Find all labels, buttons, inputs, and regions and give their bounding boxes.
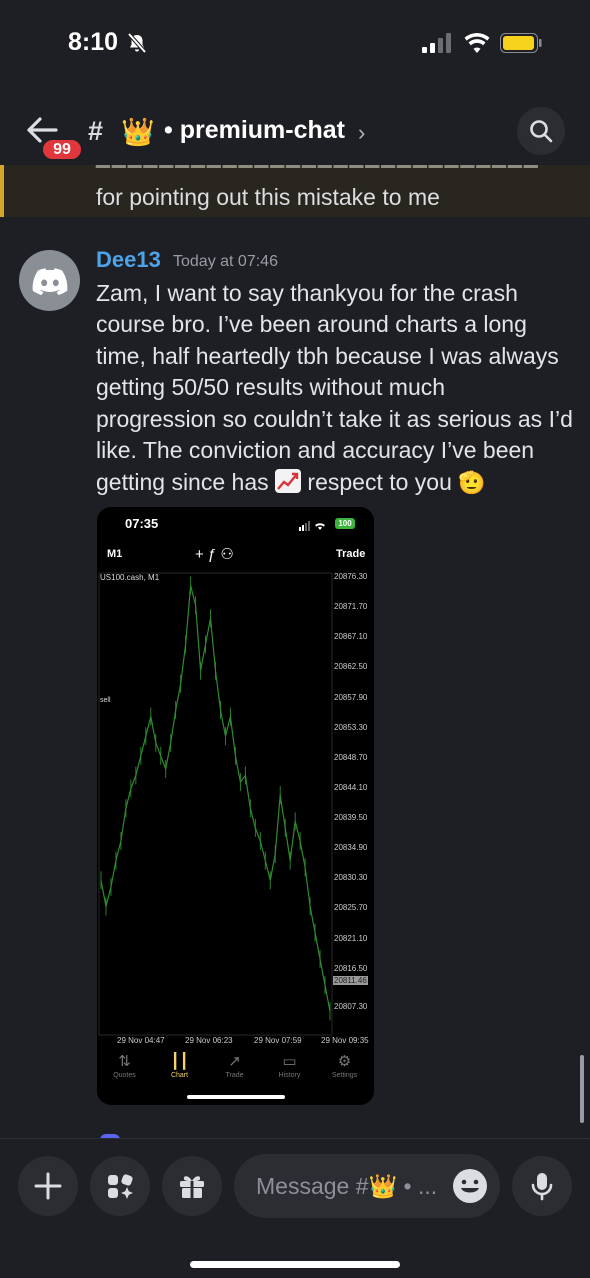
emoji-icon[interactable] xyxy=(450,1166,490,1206)
message-line-end: respect to you xyxy=(307,469,452,495)
wifi-icon xyxy=(464,32,490,53)
channel-title[interactable]: • premium-chat xyxy=(164,116,345,145)
time-tick-label: 29 Nov 06:23 xyxy=(185,1036,233,1045)
nav-trade: ↗ Trade xyxy=(207,1052,262,1079)
plus-icon xyxy=(34,1172,62,1200)
quotes-icon: ⇅ xyxy=(118,1053,131,1070)
message-line: getting 50/50 results without much xyxy=(96,374,446,400)
price-tick-label: 20834.90 xyxy=(334,843,368,853)
low-price-label: 20807.30 xyxy=(334,1002,368,1011)
price-tick-label: 20821.10 xyxy=(334,933,368,943)
history-icon: ▭ xyxy=(282,1053,297,1070)
search-icon xyxy=(530,120,553,143)
image-attachment[interactable]: 07:35 100 M1 + ƒ ⚇ Trade US100.cash, M1 … xyxy=(97,507,374,1105)
nav-settings: ⚙ Settings xyxy=(317,1052,372,1079)
chart-icon: ┃┃ xyxy=(170,1053,189,1070)
price-tick-label: 20862.50 xyxy=(334,662,368,672)
chart-series xyxy=(100,576,331,1021)
home-indicator xyxy=(190,1261,400,1268)
scrollbar[interactable] xyxy=(580,1055,584,1123)
salute-icon: 🫡 xyxy=(458,470,486,495)
apps-icon xyxy=(108,1174,133,1199)
price-tick-label: 20871.70 xyxy=(334,602,368,612)
battery-icon xyxy=(500,33,542,53)
time-tick-label: 29 Nov 09:35 xyxy=(321,1036,369,1045)
settings-icon: ⚙ xyxy=(337,1053,352,1070)
price-tick-label: 20839.50 xyxy=(334,813,368,823)
trade-link: Trade xyxy=(336,548,366,560)
channel-header: 99 # 👑 • premium-chat › xyxy=(0,100,590,164)
nav-chart: ┃┃ Chart xyxy=(152,1052,207,1079)
cellular-signal-icon xyxy=(422,33,451,53)
previous-message-cut-line: ━━━━━━━━━━━━━━━━━━━━━━━━━━━━ xyxy=(96,165,540,179)
timeframe-label: M1 xyxy=(107,548,123,560)
price-tick-label: 20830.30 xyxy=(334,873,368,883)
current-price-tag: 20811.46 xyxy=(333,976,368,985)
microphone-icon xyxy=(531,1173,553,1201)
sell-marker-label: sell xyxy=(100,697,111,704)
avatar[interactable] xyxy=(19,250,80,311)
message-author[interactable]: Dee13 xyxy=(96,247,161,273)
price-tick-label: 20876.30 xyxy=(334,572,368,581)
unread-badge: 99 xyxy=(40,137,84,162)
time-tick-label: 29 Nov 04:47 xyxy=(117,1036,165,1045)
attachment-status-time: 07:35 xyxy=(125,516,159,531)
price-tick-label: 20844.10 xyxy=(334,782,368,792)
crown-icon: 👑 xyxy=(121,117,155,147)
price-tick-label: 20816.50 xyxy=(334,963,368,973)
price-tick-label: 20825.70 xyxy=(334,903,368,913)
search-button[interactable] xyxy=(517,107,565,155)
message-line: Zam, I want to say thankyou for the cras… xyxy=(96,280,518,306)
message-input[interactable]: Message #👑 • ... xyxy=(234,1154,500,1218)
price-series-line xyxy=(100,585,331,1012)
attachment-home-indicator xyxy=(187,1095,285,1099)
status-bar: 8:10 xyxy=(0,0,590,90)
message-line: time, half heartedly tbh because I was a… xyxy=(96,343,559,369)
price-tick-label: 20867.10 xyxy=(334,632,368,642)
discord-logo-icon xyxy=(32,268,68,295)
price-tick-label: 20853.30 xyxy=(334,722,368,732)
time-tick-label: 29 Nov 07:59 xyxy=(254,1036,302,1045)
message-timestamp: Today at 07:46 xyxy=(173,253,278,270)
attachment-bottom-nav: ⇅ Quotes ┃┃ Chart ↗ Trade ▭ History ⚙ Setting… xyxy=(97,1052,374,1092)
symbol-label: US100.cash, M1 xyxy=(100,573,160,582)
price-tick-label: 20857.90 xyxy=(334,692,368,702)
status-time: 8:10 xyxy=(68,28,119,56)
gift-icon xyxy=(180,1176,204,1198)
message-line: course bro. I’ve been around charts a lo… xyxy=(96,311,527,337)
chart-tools: + ƒ ⚇ xyxy=(195,546,234,563)
chevron-right-icon[interactable]: › xyxy=(358,120,365,146)
message-composer: Message #👑 • ... xyxy=(0,1138,590,1278)
add-attachment-button[interactable] xyxy=(18,1156,78,1216)
message-line: progression so couldn’t take it as serio… xyxy=(96,406,573,432)
previous-message: ━━━━━━━━━━━━━━━━━━━━━━━━━━━━ for pointin… xyxy=(0,165,590,217)
price-tick-label: 20848.70 xyxy=(334,752,368,762)
bell-off-icon xyxy=(127,32,147,54)
nav-history: ▭ History xyxy=(262,1052,317,1079)
previous-message-text: for pointing out this mistake to me xyxy=(96,184,440,210)
voice-message-button[interactable] xyxy=(512,1156,572,1216)
message-input-placeholder: Message #👑 • ... xyxy=(256,1173,438,1199)
message-line-last: getting since has respect to you 🫡 xyxy=(96,469,486,496)
hash-icon: # xyxy=(88,116,104,146)
message-line-start: getting since has xyxy=(96,469,269,495)
attachment-battery: 100 xyxy=(335,518,355,529)
message-line: like. The conviction and accuracy I’ve b… xyxy=(96,437,535,463)
chart-increasing-icon xyxy=(275,469,302,493)
nav-quotes: ⇅ Quotes xyxy=(97,1052,152,1079)
gift-button[interactable] xyxy=(162,1156,222,1216)
apps-button[interactable] xyxy=(90,1156,150,1216)
trade-icon: ↗ xyxy=(228,1053,241,1070)
